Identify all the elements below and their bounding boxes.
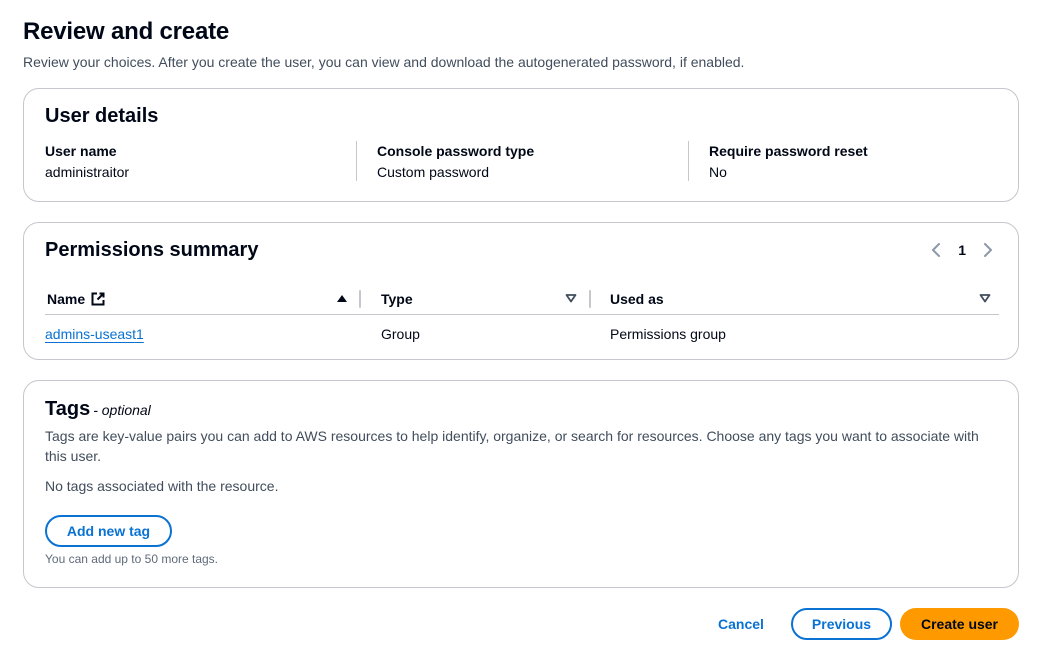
user-name-value: administraitor [45,164,130,180]
column-header-type[interactable]: Type [381,283,413,315]
group-name-link[interactable]: admins-useast1 [45,326,144,342]
user-details-panel: User details User name administraitor Co… [23,88,1019,202]
require-password-reset-label: Require password reset [709,143,868,159]
tags-title-text: Tags [45,398,91,420]
permissions-summary-panel: Permissions summary 1 Name Type Used as [23,222,1019,360]
console-password-type-field: Console password type Custom password [377,143,534,180]
table-header: Name Type Used as [45,283,999,315]
row-type-cell: Group [381,326,420,342]
user-name-field: User name administraitor [45,143,129,180]
column-header-used-as[interactable]: Used as [610,283,664,315]
cancel-button[interactable]: Cancel [718,608,764,640]
column-resizer[interactable] [359,290,361,308]
tags-panel: Tags - optional Tags are key-value pairs … [23,380,1019,588]
create-user-button[interactable]: Create user [900,608,1019,640]
column-used-as-label: Used as [610,291,664,307]
page-description: Review your choices. After you create th… [23,54,745,70]
row-used-as-cell: Permissions group [610,326,726,342]
column-resizer[interactable] [589,290,591,308]
add-new-tag-button[interactable]: Add new tag [45,515,172,547]
tags-description: Tags are key-value pairs you can add to … [45,428,979,464]
previous-button[interactable]: Previous [791,608,892,640]
column-header-name[interactable]: Name [47,283,105,315]
tags-empty-message: No tags associated with the resource. [45,478,279,494]
column-name-label: Name [47,291,86,307]
user-details-title: User details [45,105,159,127]
require-password-reset-field: Require password reset No [709,143,868,180]
sort-icon[interactable] [978,291,992,305]
table-row: admins-useast1 Group Permissions group [45,323,999,347]
user-name-label: User name [45,143,117,159]
previous-page-icon[interactable] [928,242,944,258]
column-type-label: Type [381,291,413,307]
external-link-icon [91,292,105,306]
tags-limit-hint: You can add up to 50 more tags. [45,552,219,566]
tags-optional-label: - optional [93,402,151,418]
tags-title: Tags - optional [45,398,151,421]
pagination: 1 [928,242,996,258]
next-page-icon[interactable] [980,242,996,258]
sort-icon[interactable] [564,291,578,305]
permissions-summary-title: Permissions summary [45,239,259,261]
current-page-number[interactable]: 1 [958,242,966,258]
column-divider [688,141,689,181]
sort-ascending-icon[interactable] [335,291,349,305]
column-divider [356,141,357,181]
console-password-type-value: Custom password [377,164,490,180]
require-password-reset-value: No [709,164,727,180]
console-password-type-label: Console password type [377,143,535,159]
page-title: Review and create [23,18,230,45]
